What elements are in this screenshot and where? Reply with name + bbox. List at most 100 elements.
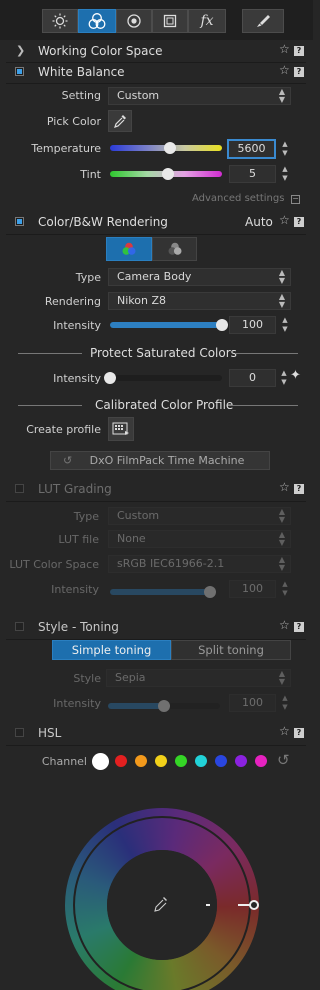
fx-label: fx <box>200 13 214 29</box>
enable-checkbox[interactable] <box>15 484 24 493</box>
protect-saturated-colors-title: Protect Saturated Colors <box>90 346 237 360</box>
advanced-settings-link[interactable]: Advanced settings <box>192 193 284 204</box>
collapse-icon[interactable]: − <box>291 195 300 204</box>
enable-checkbox[interactable] <box>15 67 24 76</box>
color-bw-rendering-header[interactable]: Color/B&W Rendering Auto ☆ ? <box>6 212 306 235</box>
toning-intensity-input[interactable]: 100 <box>229 694 276 712</box>
star-icon[interactable]: ☆ <box>279 213 290 227</box>
button-label: DxO FilmPack Time Machine <box>89 454 245 467</box>
reset-icon[interactable]: ↺ <box>277 751 290 769</box>
protect-intensity-handle[interactable] <box>104 372 116 384</box>
help-icon[interactable]: ? <box>294 67 304 77</box>
lut-intensity-slider[interactable] <box>110 589 210 595</box>
toning-intensity-stepper[interactable]: ▲ ▼ <box>281 694 289 712</box>
enable-checkbox[interactable] <box>15 217 24 226</box>
star-icon[interactable]: ☆ <box>279 480 290 494</box>
star-icon[interactable]: ☆ <box>279 618 290 632</box>
hsl-header[interactable]: HSL ☆ ? <box>6 723 306 746</box>
toning-intensity-handle[interactable] <box>158 700 170 712</box>
create-profile-button[interactable] <box>108 417 134 441</box>
tint-label: Tint <box>80 168 101 181</box>
rendering-intensity-stepper[interactable]: ▲ ▼ <box>281 316 289 334</box>
style-toning-header[interactable]: Style - Toning ☆ ? <box>6 617 306 640</box>
channel-color-swatch[interactable] <box>92 753 109 770</box>
temperature-slider-handle[interactable] <box>164 142 177 154</box>
rendering-intensity-slider[interactable] <box>110 322 222 328</box>
divider <box>18 353 82 354</box>
chevron-right-icon[interactable]: ❯ <box>16 44 25 57</box>
magic-wand-icon[interactable]: ✦ <box>290 368 301 383</box>
hsl-color-wheel[interactable] <box>60 805 270 990</box>
lut-intensity-handle[interactable] <box>204 586 216 598</box>
temperature-input[interactable]: 5600 <box>227 139 276 159</box>
protect-intensity-stepper[interactable]: ▲ ▼ <box>280 369 288 387</box>
dropdown-value: Sepia <box>115 671 146 684</box>
detail-tab-button[interactable] <box>116 9 152 33</box>
protect-intensity-input[interactable]: 0 <box>229 369 276 387</box>
wb-setting-dropdown[interactable]: Custom ▲ ▼ <box>108 87 291 105</box>
help-icon[interactable]: ? <box>294 484 304 494</box>
filmpack-time-machine-button[interactable]: ↺ DxO FilmPack Time Machine <box>50 451 270 470</box>
star-icon[interactable]: ☆ <box>279 42 290 56</box>
lut-intensity-input[interactable]: 100 <box>229 580 276 598</box>
help-icon[interactable]: ? <box>294 622 304 632</box>
updown-arrows-icon: ▲ ▼ <box>278 530 285 547</box>
star-icon[interactable]: ☆ <box>279 63 290 77</box>
local-adjustments-tab-button[interactable] <box>242 9 284 33</box>
channel-color-swatch[interactable] <box>115 755 127 767</box>
dropdown-value: Camera Body <box>117 270 192 283</box>
geometry-tab-button[interactable] <box>152 9 188 33</box>
updown-arrows-icon: ▲ ▼ <box>278 87 285 104</box>
lut-type-dropdown[interactable]: Custom ▲ ▼ <box>108 507 291 525</box>
tint-input[interactable]: 5 <box>229 165 276 183</box>
channel-color-swatch[interactable] <box>135 755 147 767</box>
effects-tab-button[interactable]: fx <box>188 9 226 33</box>
tint-stepper[interactable]: ▲ ▼ <box>281 165 289 183</box>
rendering-type-dropdown[interactable]: Camera Body ▲ ▼ <box>108 268 291 286</box>
color-mode-button[interactable] <box>106 237 152 261</box>
pick-color-button[interactable] <box>108 110 132 132</box>
setting-label: Setting <box>61 89 101 102</box>
enable-checkbox[interactable] <box>15 622 24 631</box>
section-title: Working Color Space <box>38 44 163 58</box>
light-tab-button[interactable] <box>42 9 78 33</box>
intensity-value: 100 <box>242 696 263 709</box>
channel-color-swatch[interactable] <box>175 755 187 767</box>
channel-color-swatch[interactable] <box>195 755 207 767</box>
temperature-stepper[interactable]: ▲ ▼ <box>281 140 289 158</box>
enable-checkbox[interactable] <box>15 728 24 737</box>
lut-file-dropdown[interactable]: None ▲ ▼ <box>108 530 291 548</box>
channel-color-swatch[interactable] <box>255 755 267 767</box>
tint-slider-handle[interactable] <box>162 168 175 180</box>
working-color-space-header[interactable]: ❯ Working Color Space ☆ ? <box>6 41 306 63</box>
bw-mode-button[interactable] <box>152 237 197 261</box>
rendering-intensity-handle[interactable] <box>216 319 228 331</box>
lut-color-space-dropdown[interactable]: sRGB IEC61966-2.1 ▲ ▼ <box>108 555 291 573</box>
color-tab-button[interactable] <box>78 9 116 33</box>
channel-color-swatch[interactable] <box>235 755 247 767</box>
help-icon[interactable]: ? <box>294 46 304 56</box>
geometry-icon <box>163 14 177 28</box>
help-icon[interactable]: ? <box>294 217 304 227</box>
lut-intensity-stepper[interactable]: ▲ ▼ <box>281 580 289 598</box>
protect-intensity-slider[interactable] <box>110 375 222 381</box>
detail-lens-icon <box>127 14 141 28</box>
white-balance-header[interactable]: White Balance ☆ ? <box>6 62 306 84</box>
section-title: HSL <box>38 726 62 740</box>
toning-style-dropdown[interactable]: Sepia ▲ ▼ <box>106 669 291 687</box>
section-title: Color/B&W Rendering <box>38 215 168 229</box>
tab-split-toning[interactable]: Split toning <box>171 640 291 660</box>
section-title: White Balance <box>38 65 125 79</box>
rendering-dropdown[interactable]: Nikon Z8 ▲ ▼ <box>108 292 291 310</box>
eyedropper-icon <box>114 115 126 128</box>
dropdown-value: Custom <box>117 89 160 102</box>
lut-color-space-label: LUT Color Space <box>9 558 99 571</box>
rendering-intensity-input[interactable]: 100 <box>229 316 276 334</box>
star-icon[interactable]: ☆ <box>279 724 290 738</box>
channel-color-swatch[interactable] <box>155 755 167 767</box>
channel-color-swatch[interactable] <box>215 755 227 767</box>
help-icon[interactable]: ? <box>294 728 304 738</box>
lut-grading-header[interactable]: LUT Grading ☆ ? <box>6 479 306 502</box>
tab-simple-toning[interactable]: Simple toning <box>52 640 171 660</box>
updown-arrows-icon: ▲ ▼ <box>278 292 285 309</box>
